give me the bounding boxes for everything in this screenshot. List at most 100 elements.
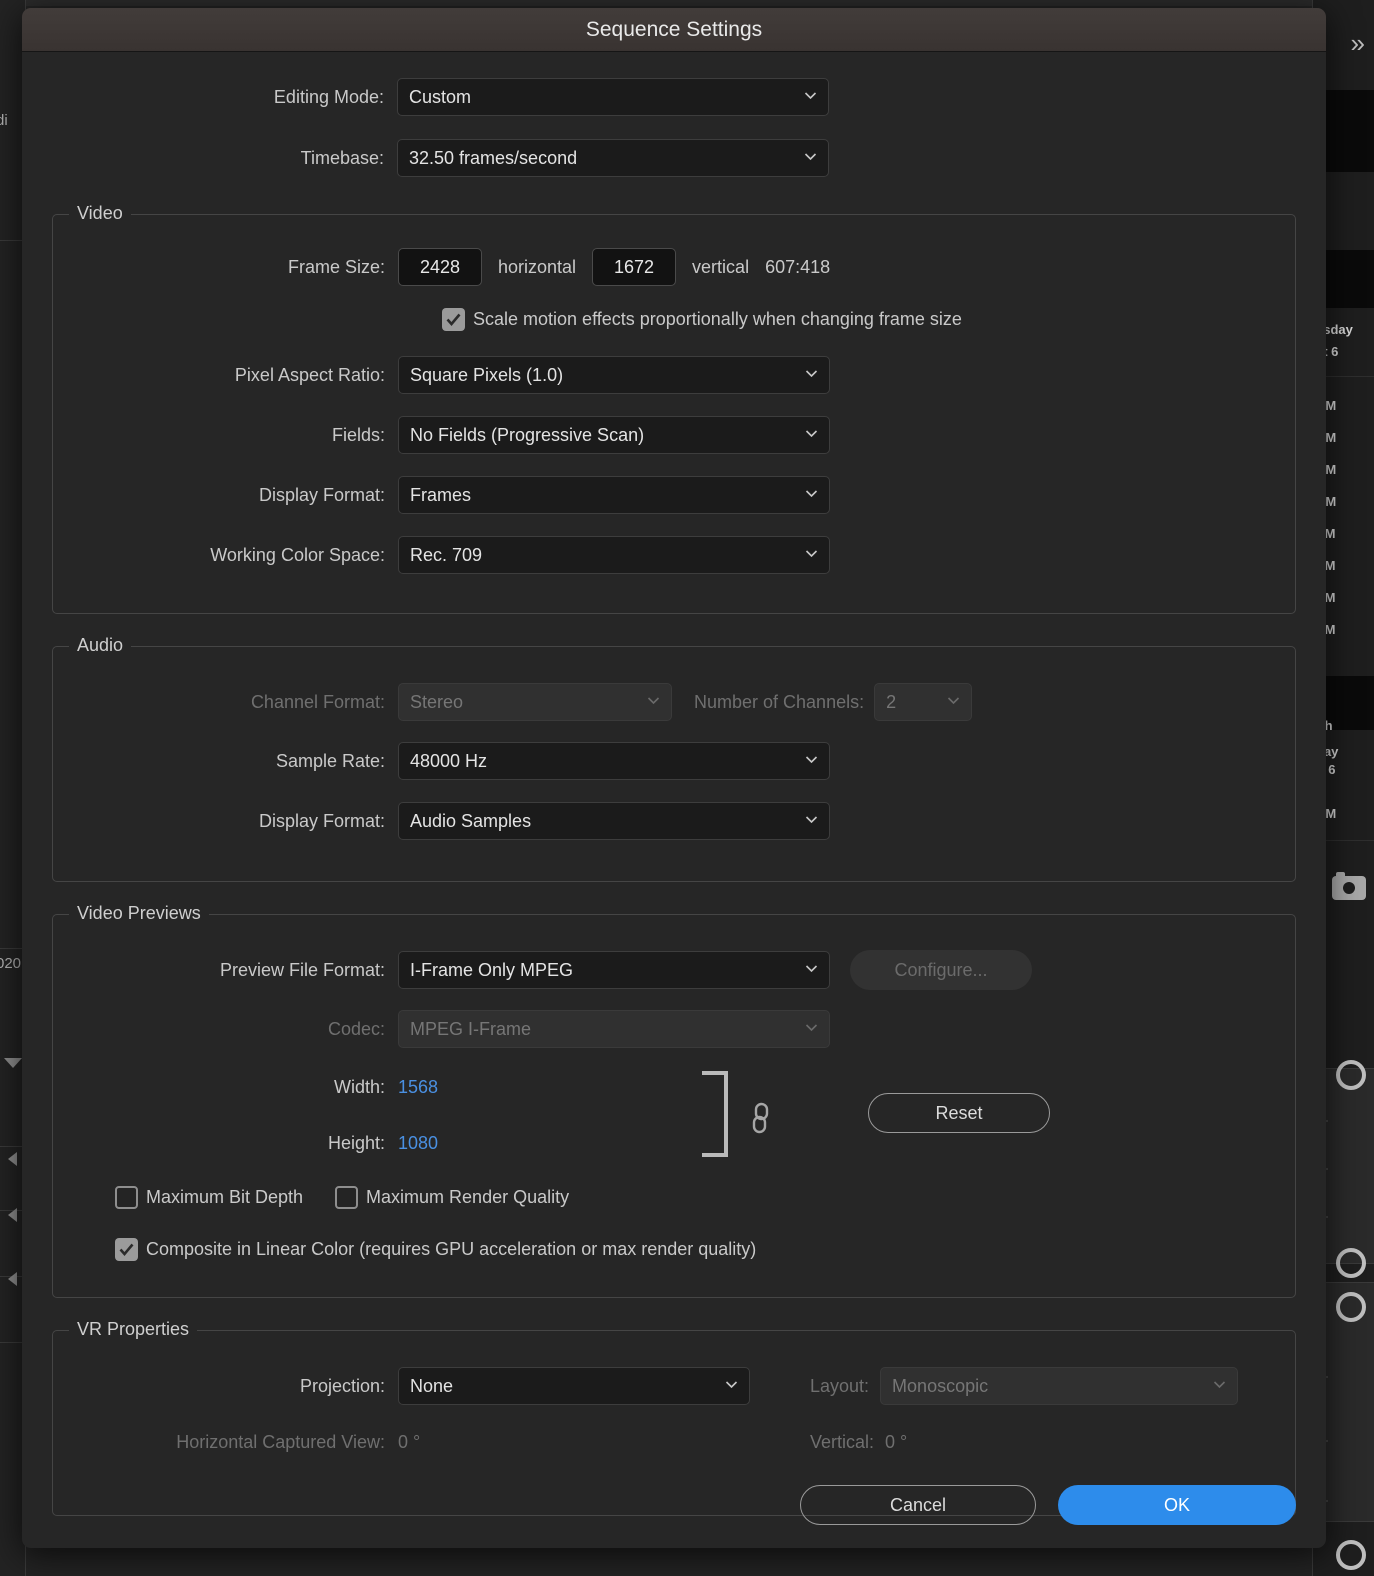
chevron-down-icon [805, 813, 818, 826]
scale-motion-effects-row[interactable]: Scale motion effects proportionally when… [71, 293, 1277, 345]
frame-size-vertical-input[interactable]: 1672 [592, 248, 677, 286]
projection-row: Projection: None Layout: Monoscopic [71, 1357, 1277, 1415]
link-chain-icon[interactable] [750, 1101, 772, 1140]
chevron-down-icon [805, 487, 818, 500]
dialog-body: Editing Mode: Custom Timebase: 32.50 fra… [22, 66, 1326, 1516]
configure-button: Configure... [850, 950, 1032, 990]
number-of-channels-value: 2 [886, 691, 897, 712]
audio-display-format-label: Display Format: [258, 810, 385, 831]
background-knob[interactable] [1336, 1060, 1366, 1090]
reset-button[interactable]: Reset [868, 1093, 1050, 1133]
ok-button[interactable]: OK [1058, 1485, 1296, 1525]
scale-motion-effects-checkbox[interactable] [442, 307, 465, 331]
preview-file-format-value: I-Frame Only MPEG [410, 959, 574, 980]
video-display-format-value: Frames [410, 484, 472, 505]
channel-format-row: Channel Format: Stereo Number of Channel… [71, 673, 1277, 731]
layout-label: Layout: [810, 1375, 870, 1396]
dimension-bracket-icon [702, 1071, 728, 1157]
sample-rate-label: Sample Rate: [275, 750, 385, 771]
composite-linear-color-row[interactable]: Composite in Linear Color (requires GPU … [71, 1223, 1277, 1275]
codec-label: Codec: [327, 1018, 385, 1039]
working-color-space-label: Working Color Space: [210, 544, 385, 565]
frame-size-label: Frame Size: [287, 256, 385, 277]
background-knob[interactable] [1336, 1248, 1366, 1278]
maximum-render-quality-checkbox[interactable] [335, 1185, 359, 1209]
horizontal-captured-view-value: 0 ° [398, 1431, 421, 1452]
audio-display-format-select[interactable]: Audio Samples [398, 802, 830, 840]
preview-dimensions-row: Width: Height: 1568 1080 Reset [71, 1059, 1277, 1171]
pixel-aspect-ratio-row: Pixel Aspect Ratio: Square Pixels (1.0) [71, 345, 1277, 405]
projection-select[interactable]: None [398, 1367, 750, 1405]
chevron-down-icon [805, 427, 818, 440]
number-of-channels-select: 2 [874, 683, 973, 721]
preview-width-value[interactable]: 1568 [398, 1077, 438, 1098]
background-knob[interactable] [1336, 1540, 1366, 1570]
audio-display-format-value: Audio Samples [410, 810, 532, 831]
frame-size-horizontal-unit: horizontal [498, 256, 577, 277]
preview-width-label: Width: [333, 1076, 385, 1097]
editing-mode-select[interactable]: Custom [397, 78, 829, 116]
video-display-format-select[interactable]: Frames [398, 476, 830, 514]
video-display-format-label: Display Format: [258, 484, 385, 505]
codec-select: MPEG I-Frame [398, 1010, 830, 1048]
video-group: Video Frame Size: 2428 horizontal 1672 v… [52, 203, 1296, 614]
chevron-down-icon [647, 694, 660, 707]
preview-file-format-select[interactable]: I-Frame Only MPEG [398, 951, 830, 989]
fields-row: Fields: No Fields (Progressive Scan) [71, 405, 1277, 465]
codec-value: MPEG I-Frame [410, 1018, 532, 1039]
working-color-space-select[interactable]: Rec. 709 [398, 536, 830, 574]
camera-icon [1332, 872, 1366, 900]
projection-value: None [410, 1375, 454, 1396]
aspect-link-group [688, 1059, 868, 1169]
video-display-format-row: Display Format: Frames [71, 465, 1277, 525]
sample-rate-value: 48000 Hz [410, 750, 488, 771]
frame-size-vertical-unit: vertical [692, 256, 750, 277]
preview-height-label: Height: [327, 1132, 385, 1153]
vertical-captured-view-value: 0 ° [885, 1431, 908, 1452]
chevron-down-icon [947, 694, 960, 707]
chevron-double-right-icon[interactable]: » [1351, 30, 1366, 56]
layout-select: Monoscopic [880, 1367, 1239, 1405]
quality-checkbox-row: Maximum Bit Depth Maximum Render Quality [71, 1171, 1277, 1223]
projection-label: Projection: [299, 1375, 385, 1396]
editing-mode-value: Custom [409, 86, 472, 107]
preview-height-value[interactable]: 1080 [398, 1133, 438, 1154]
dialog-titlebar: Sequence Settings [22, 8, 1326, 52]
fields-value: No Fields (Progressive Scan) [410, 424, 645, 445]
audio-display-format-row: Display Format: Audio Samples [71, 791, 1277, 851]
video-group-title: Video [69, 203, 131, 224]
dialog-footer: Cancel OK [22, 1462, 1326, 1548]
vr-properties-group-title: VR Properties [69, 1319, 198, 1340]
maximum-bit-depth-checkbox[interactable] [115, 1185, 138, 1209]
fields-select[interactable]: No Fields (Progressive Scan) [398, 416, 830, 454]
pixel-aspect-ratio-label: Pixel Aspect Ratio: [234, 364, 385, 385]
background-text-fragment: 020 [0, 955, 22, 972]
captured-view-row: Horizontal Captured View: 0 ° Vertical: … [71, 1415, 1277, 1469]
composite-linear-color-label: Composite in Linear Color (requires GPU … [146, 1238, 757, 1259]
background-marker-left-icon [8, 1272, 17, 1286]
timebase-label: Timebase: [300, 147, 384, 168]
chevron-down-icon [725, 1378, 738, 1391]
timebase-select[interactable]: 32.50 frames/second [397, 139, 829, 177]
video-previews-group-title: Video Previews [69, 903, 209, 924]
vertical-captured-view-label: Vertical: [810, 1431, 875, 1452]
pixel-aspect-ratio-select[interactable]: Square Pixels (1.0) [398, 356, 830, 394]
video-previews-group: Video Previews Preview File Format: I-Fr… [52, 903, 1296, 1298]
cancel-button[interactable]: Cancel [800, 1485, 1036, 1525]
background-top-bar [0, 0, 1374, 6]
chevron-down-icon [804, 89, 817, 102]
composite-linear-color-checkbox[interactable] [115, 1237, 138, 1261]
preview-file-format-label: Preview File Format: [219, 959, 385, 980]
channel-format-value: Stereo [410, 691, 464, 712]
audio-group-title: Audio [69, 635, 132, 656]
background-knob[interactable] [1336, 1292, 1366, 1322]
chevron-down-icon [805, 753, 818, 766]
audio-group: Audio Channel Format: Stereo Number of C… [52, 635, 1296, 882]
layout-value: Monoscopic [892, 1375, 989, 1396]
sample-rate-select[interactable]: 48000 Hz [398, 742, 830, 780]
preview-file-format-row: Preview File Format: I-Frame Only MPEG C… [71, 941, 1277, 999]
pixel-aspect-ratio-value: Square Pixels (1.0) [410, 364, 564, 385]
frame-size-horizontal-input[interactable]: 2428 [398, 248, 482, 286]
horizontal-captured-view-label: Horizontal Captured View: [176, 1431, 385, 1452]
background-marker-left-icon [8, 1152, 17, 1166]
